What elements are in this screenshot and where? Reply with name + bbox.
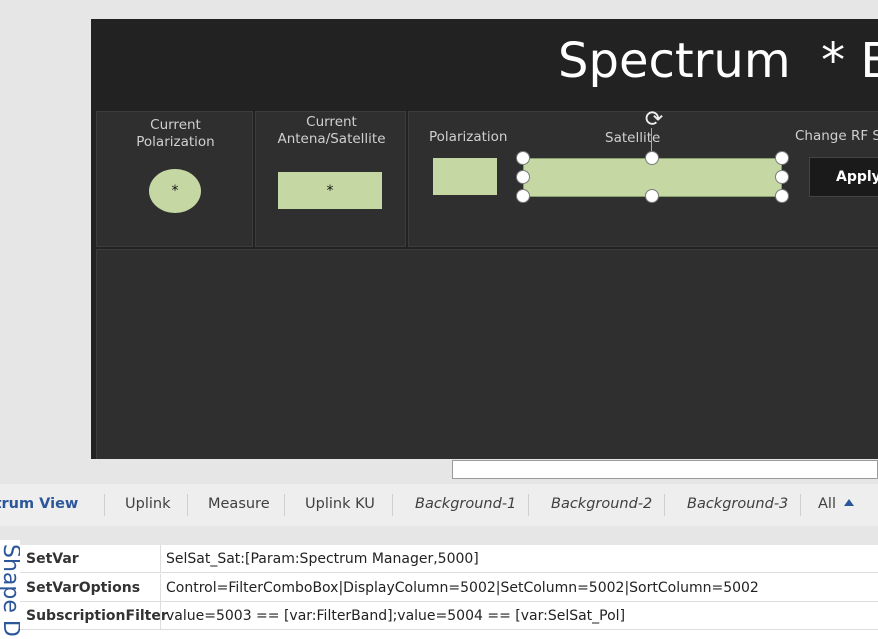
horizontal-scrollbar[interactable] (452, 460, 878, 479)
resize-handle-left[interactable] (516, 170, 530, 184)
tab-spectrum-view[interactable]: ctrum View (0, 484, 78, 526)
drawing-canvas[interactable]: Spectrum * Bar Current Polarization * Cu… (91, 19, 878, 459)
current-polarization-panel[interactable]: Current Polarization * (96, 111, 253, 247)
polarization-combobox[interactable] (433, 158, 497, 195)
polarization-indicator-oval[interactable]: * (149, 169, 201, 213)
label-line: Current (306, 114, 357, 130)
tab-all[interactable]: All (818, 484, 854, 526)
shape-data-grid: SetVar SelSat_Sat:[Param:Spectrum Manage… (20, 545, 878, 639)
tab-background-3[interactable]: Background-3 (687, 484, 788, 526)
column-divider (160, 545, 161, 573)
resize-handle-top[interactable] (645, 151, 659, 165)
property-name: SetVar (26, 551, 79, 567)
label-line: Antena/Satellite (277, 131, 386, 147)
resize-handle-top-left[interactable] (516, 151, 530, 165)
tab-all-label: All (818, 496, 836, 512)
shape-data-sidebar: Shape D (0, 540, 20, 639)
change-rf-switch-label: Change RF Sw (795, 128, 878, 144)
spectrum-display-panel[interactable] (96, 249, 878, 459)
polarization-label: Polarization (429, 129, 508, 145)
rotate-handle-icon[interactable]: ⟳ (639, 106, 669, 134)
column-divider (160, 602, 161, 630)
label-line: Polarization (136, 134, 215, 150)
antenna-value: * (326, 182, 334, 199)
property-row[interactable]: SetVarOptions Control=FilterComboBox|Dis… (20, 574, 878, 602)
column-divider (160, 574, 161, 602)
selection-panel[interactable]: Polarization Satellite Change RF Sw ⟳ Ap… (408, 107, 878, 247)
tab-uplink[interactable]: Uplink (125, 484, 170, 526)
property-value[interactable]: Control=FilterComboBox|DisplayColumn=500… (166, 574, 759, 602)
current-antenna-label: Current Antena/Satellite (256, 114, 407, 148)
property-value[interactable]: value=5003 == [var:FilterBand];value=500… (166, 602, 625, 630)
label-line: Current (150, 117, 201, 133)
shape-data-title: Shape D (0, 544, 20, 637)
triangle-up-icon (843, 499, 854, 506)
resize-handle-top-right[interactable] (775, 151, 789, 165)
tab-measure[interactable]: Measure (208, 484, 270, 526)
property-name: SetVarOptions (26, 580, 141, 596)
property-value[interactable]: SelSat_Sat:[Param:Spectrum Manager,5000] (166, 545, 479, 573)
resize-handle-bottom-right[interactable] (775, 189, 789, 203)
tab-separator (392, 494, 393, 516)
tab-separator (284, 494, 285, 516)
tab-separator (187, 494, 188, 516)
page-title[interactable]: Spectrum * Bar (558, 33, 878, 89)
current-antenna-panel[interactable]: Current Antena/Satellite * (255, 111, 406, 247)
antenna-value-box[interactable]: * (278, 172, 382, 209)
resize-handle-right[interactable] (775, 170, 789, 184)
property-name: SubscriptionFilter (26, 608, 168, 624)
tab-separator (664, 494, 665, 516)
current-polarization-label: Current Polarization (97, 117, 254, 151)
tab-separator (104, 494, 105, 516)
tab-background-2[interactable]: Background-2 (551, 484, 652, 526)
resize-handle-bottom[interactable] (645, 189, 659, 203)
tab-uplink-ku[interactable]: Uplink KU (305, 484, 375, 526)
page-tab-bar: ctrum View Uplink Measure Uplink KU Back… (0, 484, 878, 526)
tab-background-1[interactable]: Background-1 (415, 484, 516, 526)
property-row[interactable]: SubscriptionFilter value=5003 == [var:Fi… (20, 602, 878, 630)
property-row[interactable]: SetVar SelSat_Sat:[Param:Spectrum Manage… (20, 545, 878, 573)
tab-separator (800, 494, 801, 516)
polarization-value: * (171, 183, 179, 199)
apply-button[interactable]: Apply (809, 157, 878, 197)
tab-separator (528, 494, 529, 516)
resize-handle-bottom-left[interactable] (516, 189, 530, 203)
